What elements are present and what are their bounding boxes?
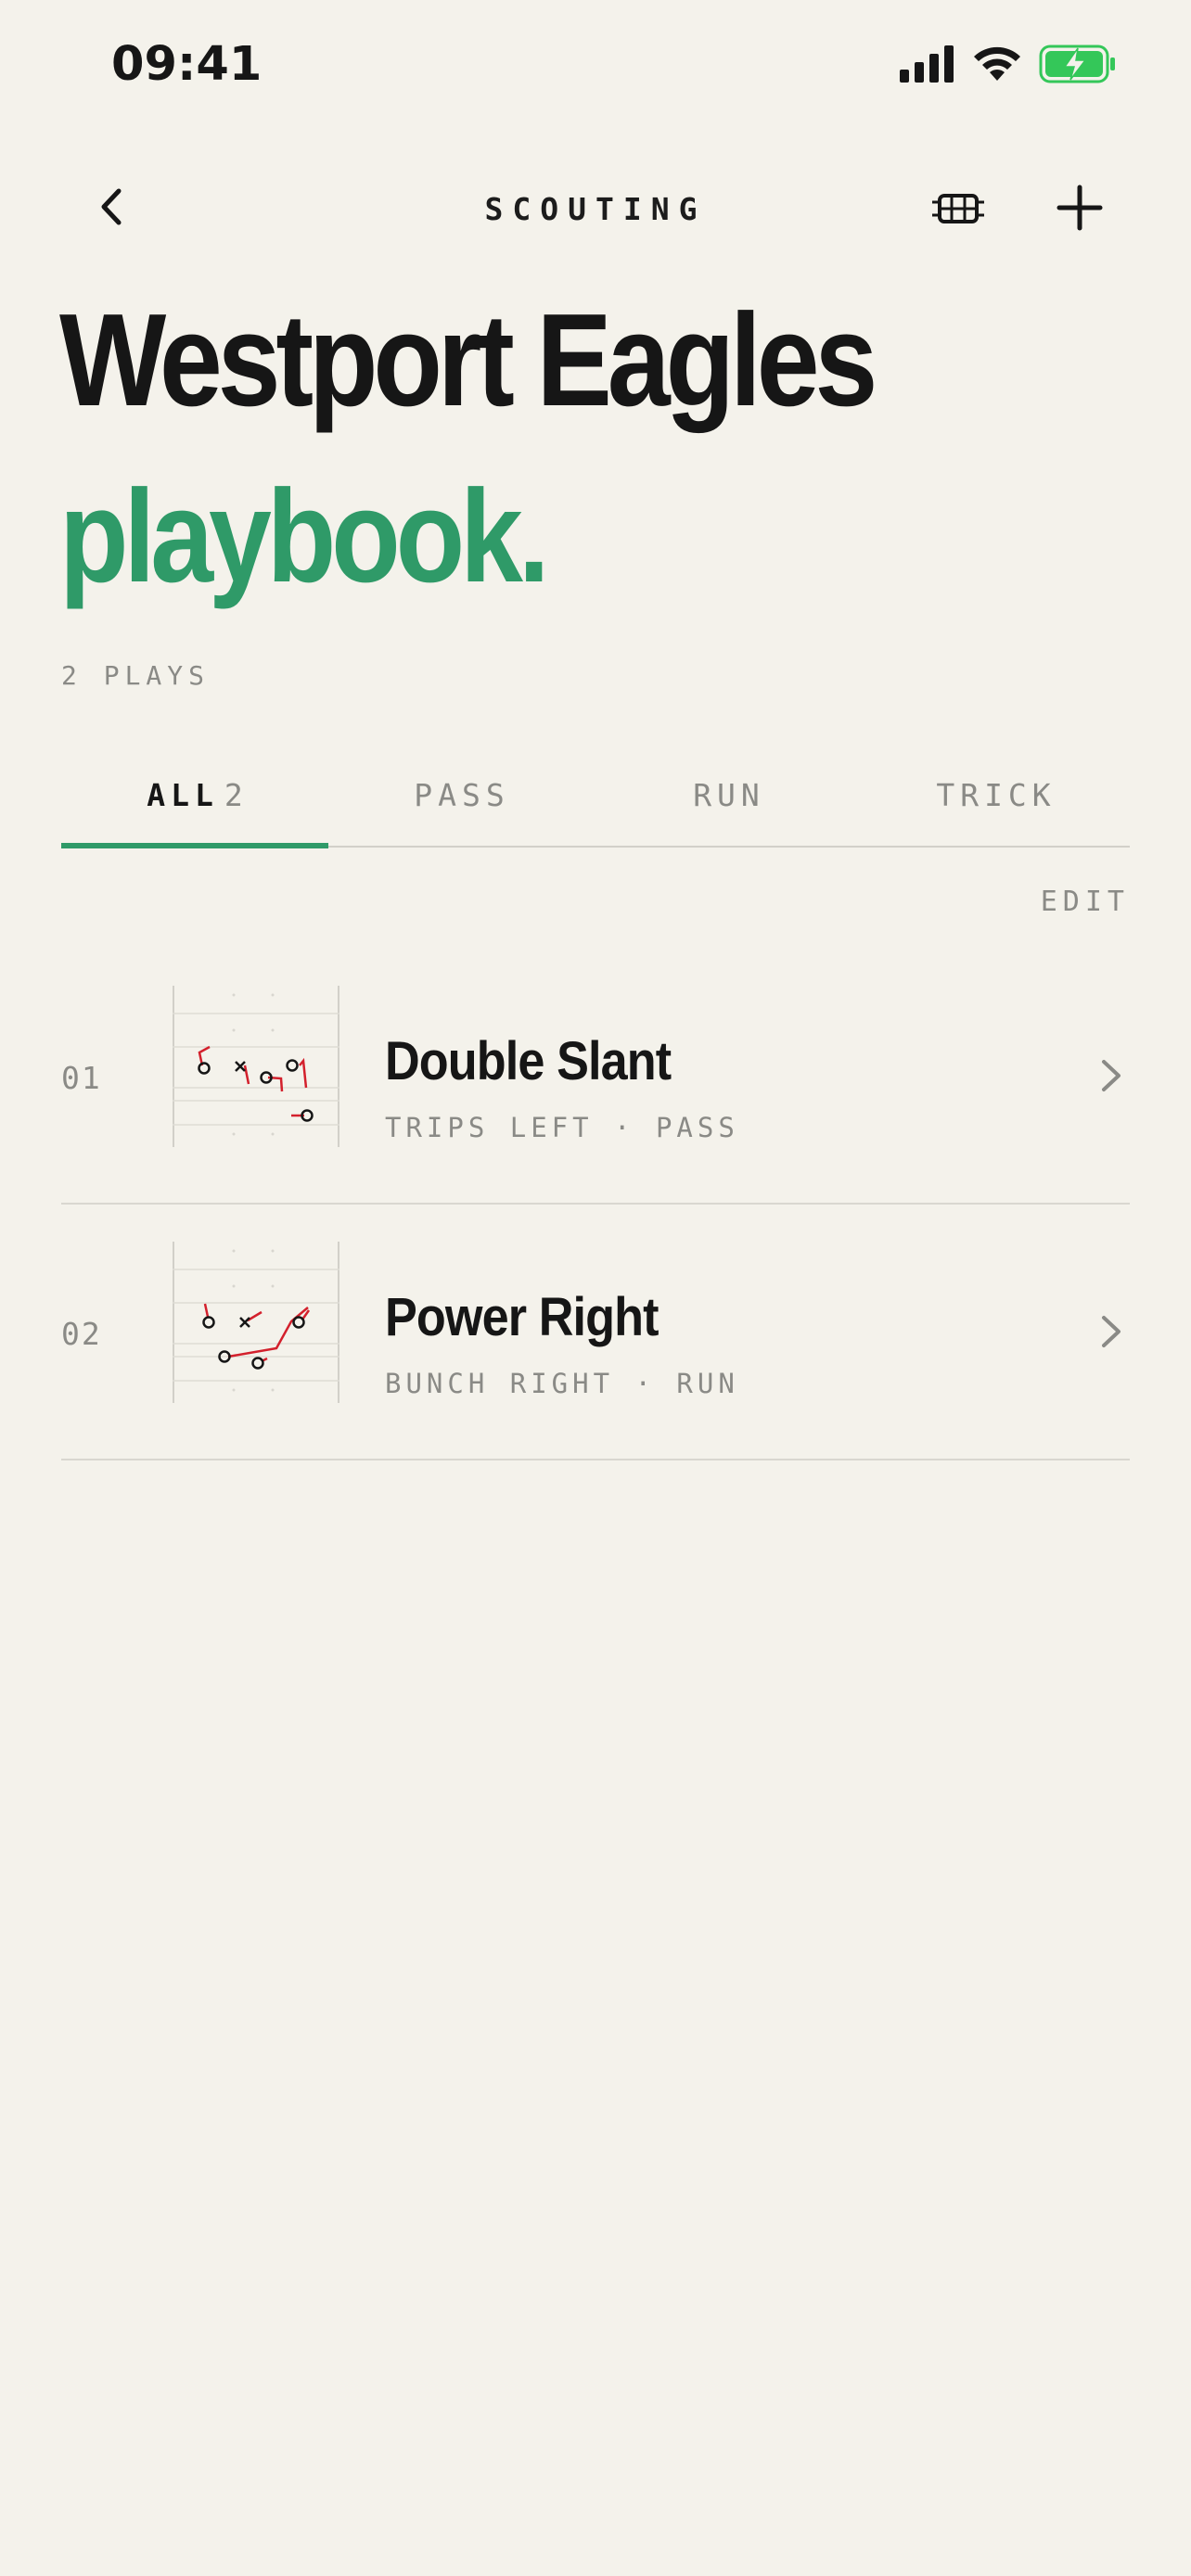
plays-count: 2 PLAYS — [61, 660, 211, 691]
add-play-button[interactable] — [1056, 184, 1104, 232]
status-icons — [900, 45, 1117, 83]
tab-label: TRICK — [936, 777, 1057, 813]
chevron-right-icon — [1102, 1316, 1121, 1347]
status-bar: 09:41 — [0, 0, 1191, 139]
wifi-icon — [974, 46, 1020, 81]
field-grid-icon[interactable] — [930, 185, 986, 232]
nav-bar: SCOUTING — [0, 167, 1191, 250]
tab-run[interactable]: RUN — [596, 777, 863, 813]
play-diagram-thumbnail — [173, 1242, 339, 1403]
tab-count: 2 — [224, 777, 243, 813]
chevron-right-icon — [1102, 1060, 1121, 1091]
play-name: Power Right — [385, 1287, 660, 1347]
filter-tabs: ALL 2 PASS RUN TRICK — [61, 760, 1130, 848]
play-row[interactable]: 02 Power Right BUNCH RIGHT · RUN — [61, 1205, 1130, 1460]
play-diagram-thumbnail — [173, 986, 339, 1147]
play-meta: BUNCH RIGHT · RUN — [385, 1368, 739, 1399]
play-number: 02 — [61, 1316, 102, 1352]
playbook-subtitle: playbook. — [59, 463, 550, 610]
status-time: 09:41 — [111, 37, 263, 92]
team-name: Westport Eagles — [59, 287, 877, 434]
tab-pass[interactable]: PASS — [328, 777, 596, 813]
cellular-signal-icon — [900, 45, 954, 83]
tab-label: RUN — [693, 777, 765, 813]
tab-label: ALL — [147, 777, 219, 813]
active-tab-indicator — [61, 843, 328, 848]
tab-trick[interactable]: TRICK — [863, 777, 1130, 813]
play-number: 01 — [61, 1060, 102, 1096]
play-name: Double Slant — [385, 1031, 672, 1091]
nav-title: SCOUTING — [484, 191, 707, 227]
play-meta: TRIPS LEFT · PASS — [385, 1112, 739, 1143]
tab-all[interactable]: ALL 2 — [61, 777, 328, 813]
tab-label: PASS — [414, 777, 510, 813]
edit-button[interactable]: EDIT — [1041, 886, 1130, 918]
play-row[interactable]: 01 Double Slant TRIPS LEFT · PASS — [61, 949, 1130, 1205]
battery-charging-icon — [1039, 45, 1115, 83]
